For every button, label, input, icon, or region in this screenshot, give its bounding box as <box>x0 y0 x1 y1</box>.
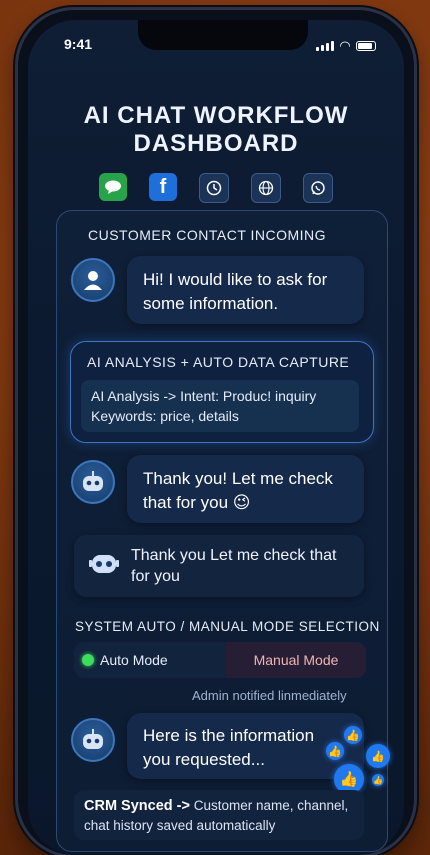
bot-reply-2-text: Thank you Let me check that for you <box>131 545 336 587</box>
mode-selector: Auto Mode Manual Mode <box>74 642 366 678</box>
ai-analysis-detail: AI Analysis -> Intent: Produc! inquiry K… <box>81 380 359 432</box>
status-time: 9:41 <box>64 36 93 52</box>
bot-reply-2-line1: Thank you Let me check that <box>131 547 337 564</box>
bot-reply-1-line1: Thank you! Let me check <box>143 469 333 488</box>
customer-message-line2: some information. <box>143 294 279 313</box>
signal-icon <box>316 41 334 51</box>
whatsapp-icon[interactable] <box>303 173 333 203</box>
auto-mode-dot-icon <box>82 654 94 666</box>
bot-reply-1: Thank you! Let me check that for you 😉 <box>127 455 364 523</box>
admin-note: Admin notified linmediately <box>192 688 347 703</box>
facebook-glyph: f <box>159 175 167 198</box>
ai-keywords-line: Keywords: price, details <box>91 408 239 424</box>
crm-sync-box: CRM Synced -> Customer name, channel, ch… <box>74 790 364 840</box>
customer-message: Hi! I would like to ask for some informa… <box>127 256 364 324</box>
title-line-2: DASHBOARD <box>133 130 299 157</box>
customer-message-line1: Hi! I would like to ask for <box>143 270 328 289</box>
ai-intent-line: AI Analysis -> Intent: Produc! inquiry <box>91 388 317 404</box>
clock-icon[interactable] <box>199 173 229 203</box>
crm-synced-label: CRM Synced -> <box>84 798 190 814</box>
thumbs-up-icon: 👍 <box>344 726 362 744</box>
crm-line2: chat history saved automatically <box>84 818 276 833</box>
bot-avatar-1 <box>71 460 115 504</box>
mode-selection-label: SYSTEM AUTO / MANUAL MODE SELECTION <box>75 619 380 634</box>
thumbs-up-icon: 👍 <box>366 744 390 768</box>
bot-reply-1-line2: that for you 😉 <box>143 493 251 512</box>
auto-mode-label: Auto Mode <box>100 652 168 668</box>
auto-mode-option[interactable]: Auto Mode <box>82 642 168 678</box>
thumbs-up-icon: 👍 <box>326 742 344 760</box>
battery-icon <box>356 41 376 51</box>
facebook-icon[interactable]: f <box>149 173 177 201</box>
title-line-1: AI CHAT WORKFLOW <box>83 102 349 129</box>
bot-icon-small <box>88 549 120 582</box>
manual-mode-option[interactable]: Manual Mode <box>226 642 366 678</box>
bot-avatar-2 <box>71 718 115 762</box>
globe-icon[interactable] <box>251 173 281 203</box>
ai-analysis-title: AI ANALYSIS + AUTO DATA CAPTURE <box>87 354 350 370</box>
status-bar: 9:41 ◠ <box>64 36 376 56</box>
line-icon[interactable] <box>99 173 127 201</box>
incoming-label: CUSTOMER CONTACT INCOMING <box>88 227 327 243</box>
bot-reply-3-line1: Here is the information <box>143 726 315 745</box>
thumbs-up-icon: 👍 <box>372 774 384 786</box>
channel-icons: f <box>28 173 404 203</box>
customer-avatar <box>71 258 115 302</box>
ai-analysis-box: AI ANALYSIS + AUTO DATA CAPTURE AI Analy… <box>70 341 374 443</box>
wifi-icon: ◠ <box>340 38 350 53</box>
bot-reply-3-line2: you requested... <box>143 750 265 769</box>
crm-line1: Customer name, channel, <box>193 798 349 813</box>
bot-reply-2: Thank you Let me check that for you <box>74 535 364 597</box>
bot-reply-2-line2: for you <box>131 568 180 585</box>
manual-mode-label: Manual Mode <box>253 652 339 668</box>
page-title: AI CHAT WORKFLOW DASHBOARD <box>28 102 404 158</box>
